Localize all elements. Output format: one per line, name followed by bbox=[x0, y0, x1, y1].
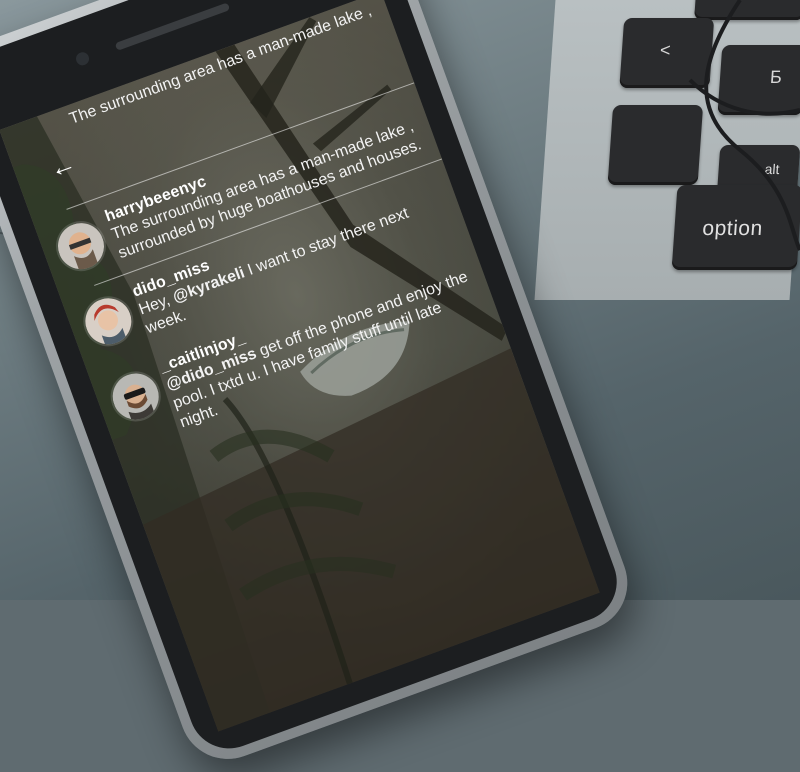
key-label: option bbox=[701, 217, 764, 240]
key-label: < bbox=[659, 40, 672, 60]
keyboard-key bbox=[607, 105, 704, 185]
earpiece-speaker bbox=[114, 2, 231, 51]
key-label: alt bbox=[764, 161, 781, 177]
keyboard-key bbox=[694, 0, 800, 20]
laptop-keyboard: < Б alt option bbox=[534, 0, 800, 300]
key-label: Б bbox=[769, 67, 783, 87]
front-camera bbox=[74, 50, 91, 68]
keyboard-key-cyrillic: Б bbox=[717, 45, 800, 115]
keyboard-key-option: option bbox=[671, 185, 800, 270]
keyboard-key-lt: < bbox=[619, 18, 715, 88]
